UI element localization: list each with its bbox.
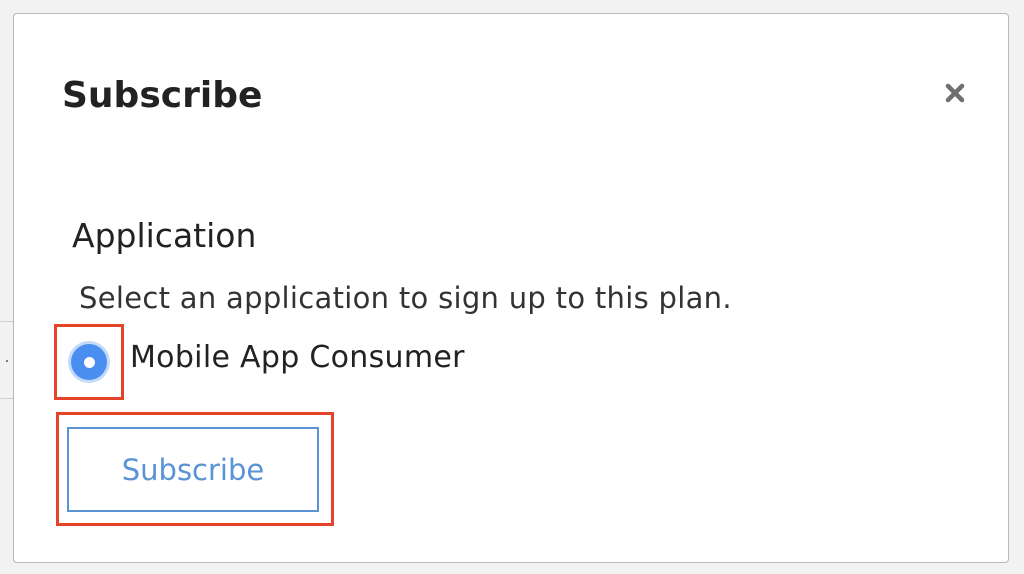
radio-selected-dot	[83, 356, 95, 368]
close-icon	[945, 83, 965, 103]
subscribe-dialog: Subscribe Application Select an applicat…	[13, 13, 1009, 563]
application-option[interactable]: Mobile App Consumer	[54, 324, 465, 400]
dialog-title: Subscribe	[62, 75, 263, 116]
application-radio[interactable]	[71, 344, 107, 380]
backdrop-dot	[6, 360, 8, 362]
application-option-label: Mobile App Consumer	[130, 339, 465, 375]
subscribe-button[interactable]: Subscribe	[67, 427, 319, 512]
section-description: Select an application to sign up to this…	[79, 281, 732, 315]
backdrop-divider	[0, 398, 14, 399]
backdrop-divider	[0, 321, 14, 322]
section-heading: Application	[72, 216, 257, 255]
close-button[interactable]	[940, 78, 970, 108]
radio-highlight-box	[54, 324, 124, 400]
